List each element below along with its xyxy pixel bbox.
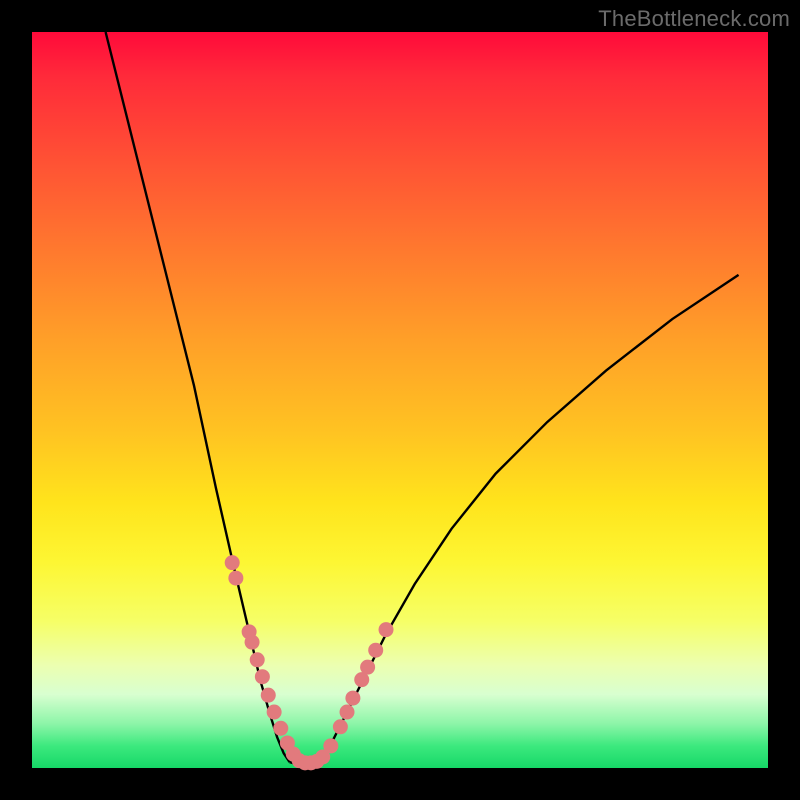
marker-dot [228, 571, 243, 586]
marker-group [225, 555, 394, 770]
chart-svg [32, 32, 768, 768]
marker-dot [261, 688, 276, 703]
marker-dot [267, 705, 282, 720]
marker-dot [340, 705, 355, 720]
plot-area [32, 32, 768, 768]
curve-left-path [106, 32, 290, 762]
marker-dot [368, 643, 383, 658]
marker-dot [273, 721, 288, 736]
marker-dot [345, 691, 360, 706]
marker-dot [245, 635, 260, 650]
watermark-text: TheBottleneck.com [598, 6, 790, 32]
marker-dot [379, 622, 394, 637]
chart-frame: TheBottleneck.com [0, 0, 800, 800]
marker-dot [323, 738, 338, 753]
marker-dot [360, 660, 375, 675]
marker-dot [225, 555, 240, 570]
marker-dot [255, 669, 270, 684]
marker-dot [250, 652, 265, 667]
curve-right-path [319, 275, 739, 762]
marker-dot [333, 719, 348, 734]
